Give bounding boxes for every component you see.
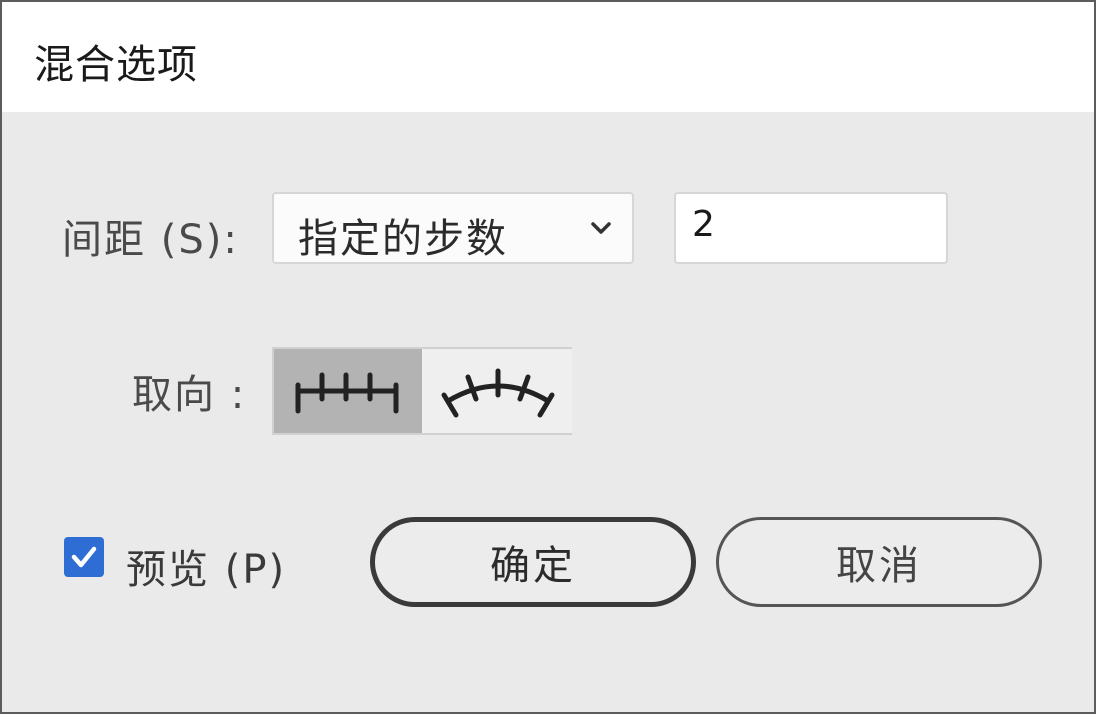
align-to-path-button[interactable] (424, 349, 572, 433)
spacing-select[interactable]: 指定的步数 (272, 192, 634, 264)
preview-label: 预览 (P) (126, 547, 287, 593)
cancel-button[interactable]: 取消 (716, 517, 1042, 607)
orientation-toggle-group (272, 347, 572, 435)
preview-checkbox[interactable] (64, 537, 104, 577)
dialog-title: 混合选项 (34, 42, 198, 88)
ok-button[interactable]: 确定 (370, 517, 696, 607)
spacing-label: 间距 (S): (62, 217, 239, 263)
title-bar: 混合选项 (2, 2, 1094, 112)
chevron-down-icon (588, 216, 614, 240)
blend-options-dialog: 混合选项 间距 (S): 指定的步数 2 取向 : 预览 (P) 确定 取消 (0, 0, 1096, 714)
align-to-page-button[interactable] (274, 349, 422, 433)
orientation-label: 取向 : (132, 372, 247, 418)
steps-input[interactable]: 2 (674, 192, 948, 264)
spacing-select-value: 指定的步数 (298, 216, 508, 262)
steps-input-value: 2 (692, 204, 715, 245)
